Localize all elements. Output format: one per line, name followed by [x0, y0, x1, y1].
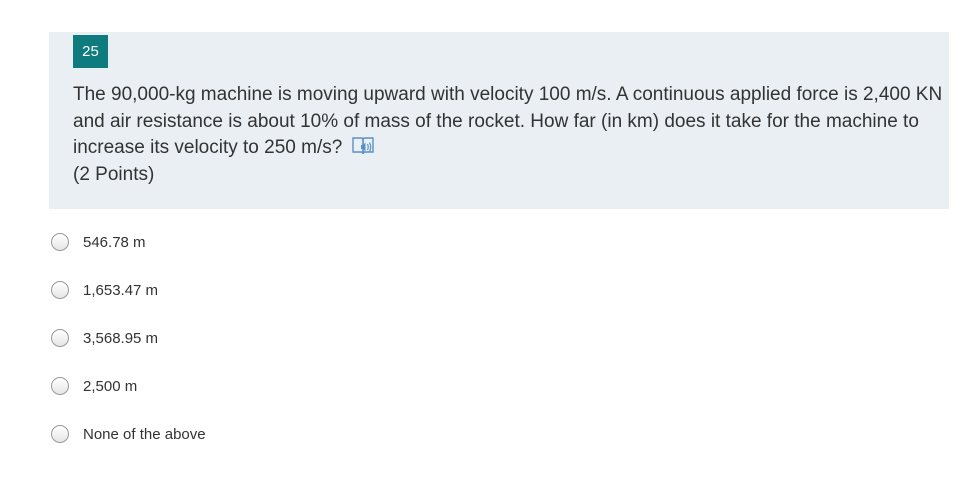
answer-option[interactable]: 1,653.47 m: [49, 279, 206, 327]
radio-button[interactable]: [51, 233, 69, 251]
radio-button[interactable]: [51, 377, 69, 395]
answer-option[interactable]: 546.78 m: [49, 231, 206, 279]
answer-option-label: None of the above: [83, 426, 206, 443]
question-points: (2 Points): [73, 163, 155, 185]
answer-option-label: 3,568.95 m: [83, 330, 159, 347]
answer-option-label: 2,500 m: [83, 378, 138, 395]
question-text: The 90,000-kg machine is moving upward w…: [73, 84, 943, 158]
question-card: 25 The 90,000-kg machine is moving upwar…: [49, 32, 949, 209]
answer-option[interactable]: None of the above: [49, 423, 206, 471]
answer-option-label: 1,653.47 m: [83, 282, 159, 299]
answer-option-label: 546.78 m: [83, 234, 146, 251]
question-text-block: The 90,000-kg machine is moving upward w…: [73, 82, 943, 188]
question-number: 25: [73, 35, 108, 68]
answer-options: 546.78 m 1,653.47 m 3,568.95 m 2,500 m N…: [49, 231, 206, 471]
answer-option[interactable]: 2,500 m: [49, 375, 206, 423]
answer-option[interactable]: 3,568.95 m: [49, 327, 206, 375]
radio-button[interactable]: [51, 425, 69, 443]
radio-button[interactable]: [51, 329, 69, 347]
immersive-reader-icon[interactable]: [350, 135, 376, 157]
radio-button[interactable]: [51, 281, 69, 299]
